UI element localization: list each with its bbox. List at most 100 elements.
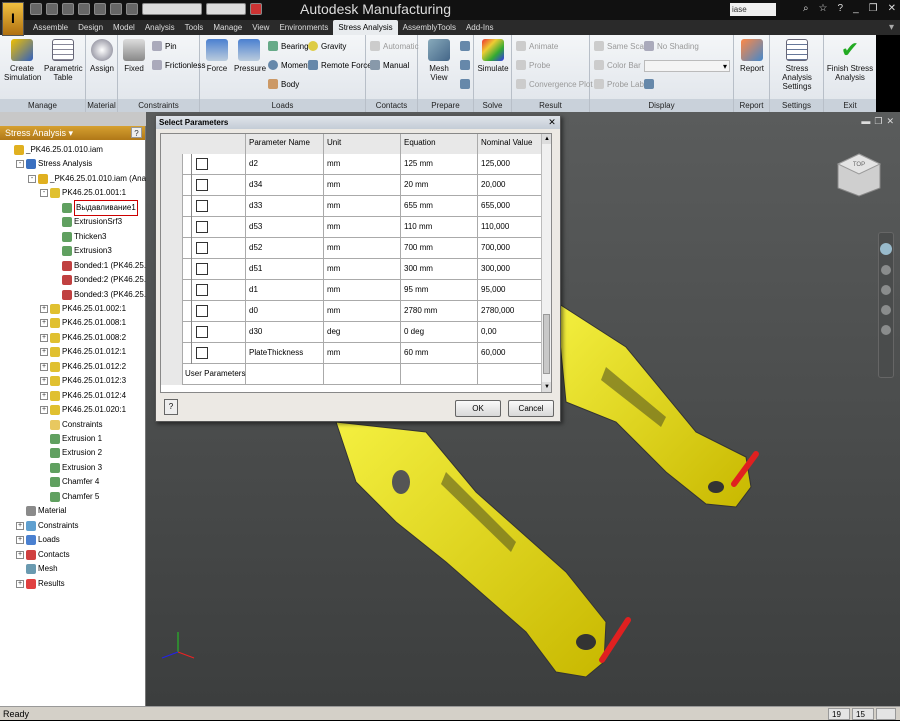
search-icon[interactable]: ⌕	[803, 3, 809, 14]
tree-node[interactable]: + PK46.25.01.002:1	[40, 302, 126, 316]
tree-node[interactable]: + Contacts	[16, 548, 70, 562]
save-icon[interactable]	[62, 3, 74, 15]
expand-icon[interactable]: +	[40, 406, 48, 415]
parameter-name-cell[interactable]: d51	[246, 259, 324, 280]
expand-icon[interactable]: +	[16, 536, 24, 545]
parameter-unit-cell[interactable]: mm	[324, 301, 401, 322]
tree-node[interactable]: + PK46.25.01.008:1	[40, 316, 126, 330]
tree-node[interactable]: + PK46.25.01.012:1	[40, 345, 126, 359]
parameter-unit-cell[interactable]: mm	[324, 175, 401, 196]
create-simulation-button[interactable]: Create Simulation	[4, 39, 41, 82]
parameter-equation-cell[interactable]: 20 mm	[401, 175, 478, 196]
tree-node[interactable]: _PK46.25.01.010.iam	[4, 143, 103, 157]
bearing-button[interactable]: Bearing	[268, 41, 309, 51]
tree-node[interactable]: + PK46.25.01.012:4	[40, 389, 126, 403]
tree-node[interactable]: Extrusion3	[52, 244, 112, 258]
home-icon[interactable]	[110, 3, 122, 15]
ribbon-collapse-icon[interactable]: ▾	[889, 22, 894, 33]
parameter-equation-cell[interactable]: 300 mm	[401, 259, 478, 280]
tree-node[interactable]: + Loads	[16, 533, 60, 547]
tree-node[interactable]: + PK46.25.01.012:3	[40, 374, 126, 388]
tab-model[interactable]: Model	[108, 20, 140, 35]
parameter-name-cell[interactable]: d33	[246, 196, 324, 217]
parameter-unit-cell[interactable]: mm	[324, 196, 401, 217]
expand-icon[interactable]: +	[16, 550, 24, 559]
parameter-equation-cell[interactable]: 0 deg	[401, 322, 478, 343]
parameter-unit-cell[interactable]: mm	[324, 343, 401, 364]
tab-analysis[interactable]: Analysis	[140, 20, 180, 35]
expand-icon[interactable]: +	[40, 333, 48, 342]
help-icon[interactable]: ?	[838, 3, 844, 14]
tree-node[interactable]: - _PK46.25.01.010.iam (Analysis)	[28, 172, 164, 186]
tab-view[interactable]: View	[247, 20, 274, 35]
parameter-unit-cell[interactable]: mm	[324, 154, 401, 175]
app-menu-button[interactable]: I	[2, 2, 24, 36]
dialog-help-button[interactable]: ?	[164, 399, 178, 415]
expand-icon[interactable]: +	[40, 362, 48, 371]
parameter-name-cell[interactable]: d2	[246, 154, 324, 175]
parameter-equation-cell[interactable]: 655 mm	[401, 196, 478, 217]
tree-node[interactable]: Extrusion 1	[40, 432, 102, 446]
dialog-close-button[interactable]: ✕	[547, 117, 557, 127]
parameter-checkbox[interactable]	[196, 200, 208, 212]
tree-node[interactable]: Mesh	[16, 562, 58, 576]
fixed-button[interactable]: Fixed	[120, 39, 148, 73]
parameter-unit-cell[interactable]: deg	[324, 322, 401, 343]
grid-vertical-scrollbar[interactable]: ▲ ▼	[541, 134, 551, 392]
tab-environments[interactable]: Environments	[274, 20, 333, 35]
color-bar-button[interactable]: Color Bar	[594, 60, 641, 70]
convergence-plot-button[interactable]: Convergence Plot	[516, 79, 593, 89]
parameter-checkbox[interactable]	[196, 221, 208, 233]
tree-node[interactable]: Extrusion 2	[40, 446, 102, 460]
browser-help-button[interactable]: ?	[131, 127, 142, 138]
pan-icon[interactable]	[881, 265, 891, 275]
same-scale-button[interactable]: Same Scale	[594, 41, 650, 51]
parameter-name-cell[interactable]: d0	[246, 301, 324, 322]
tree-node[interactable]: Material	[16, 504, 66, 518]
parameter-checkbox[interactable]	[196, 305, 208, 317]
help-search-input[interactable]: iase	[730, 3, 776, 16]
tree-node[interactable]: Chamfer 5	[40, 490, 99, 504]
manual-button[interactable]: Manual	[370, 60, 409, 70]
user-parameters-group-row[interactable]: User Parameters	[161, 364, 543, 385]
tab-assemblytools[interactable]: AssemblyTools	[398, 20, 461, 35]
material-select-icon[interactable]	[142, 3, 202, 15]
parameter-equation-cell[interactable]: 110 mm	[401, 217, 478, 238]
tab-assemble[interactable]: Assemble	[28, 20, 73, 35]
expand-icon[interactable]: +	[16, 521, 24, 530]
update-icon[interactable]	[126, 3, 138, 15]
local-mesh-button[interactable]	[460, 60, 470, 70]
tree-node[interactable]: Thicken3	[52, 230, 106, 244]
tree-node[interactable]: Выдавливание1	[52, 199, 138, 216]
parameter-name-cell[interactable]: PlateThickness	[246, 343, 324, 364]
tab-design[interactable]: Design	[73, 20, 108, 35]
mesh-settings-button[interactable]	[460, 41, 470, 51]
tree-node[interactable]: + PK46.25.01.020:1	[40, 403, 126, 417]
parameter-checkbox[interactable]	[196, 347, 208, 359]
body-button[interactable]: Body	[268, 79, 299, 89]
tree-node[interactable]: Constraints	[40, 418, 102, 432]
mesh-view-button[interactable]: Mesh View	[420, 39, 458, 82]
restore-icon[interactable]: ❐	[869, 3, 878, 14]
collapse-icon[interactable]: -	[40, 189, 48, 198]
collapse-icon[interactable]: -	[16, 160, 24, 169]
gravity-button[interactable]: Gravity	[308, 41, 346, 51]
pressure-button[interactable]: Pressure	[234, 39, 266, 73]
tree-node[interactable]: Extrusion 3	[40, 461, 102, 475]
star-icon[interactable]: ☆	[819, 3, 828, 14]
cancel-button[interactable]: Cancel	[508, 400, 554, 417]
scroll-down-icon[interactable]: ▼	[542, 382, 551, 392]
grid-header-cell[interactable]: Equation	[401, 134, 478, 154]
force-button[interactable]: Force	[202, 39, 232, 73]
redo-icon[interactable]	[94, 3, 106, 15]
scroll-thumb[interactable]	[543, 314, 550, 374]
pin-button[interactable]: Pin	[152, 41, 177, 51]
parametric-table-button[interactable]: Parametric Table	[44, 39, 83, 82]
automatic-button[interactable]: Automatic	[370, 41, 419, 51]
adjust-displacement-button[interactable]	[644, 79, 654, 89]
tab-stress-analysis[interactable]: Stress Analysis	[333, 20, 398, 35]
tree-node[interactable]: + Results	[16, 577, 65, 591]
parameter-checkbox[interactable]	[196, 158, 208, 170]
assign-button[interactable]: Assign	[88, 39, 116, 73]
parameter-checkbox[interactable]	[196, 284, 208, 296]
